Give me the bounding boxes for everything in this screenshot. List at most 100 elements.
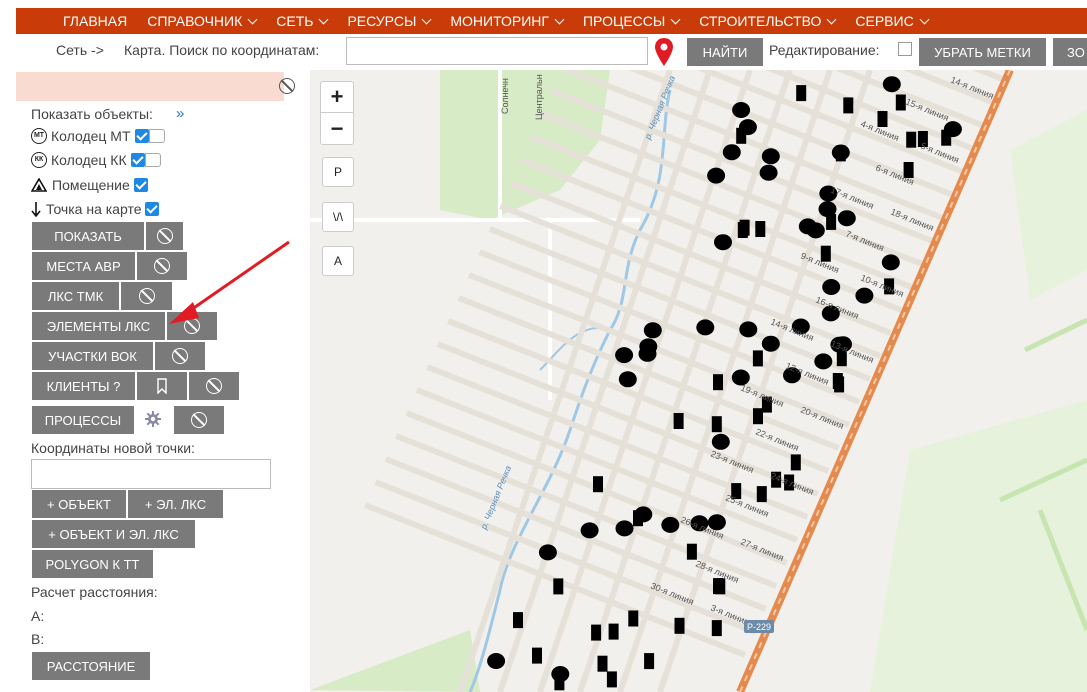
- map-tool-polyline[interactable]: \/\: [322, 202, 354, 232]
- cancel-icon: [138, 288, 155, 304]
- well-marker: [711, 433, 730, 450]
- well-marker: [759, 164, 778, 181]
- room-marker: [713, 374, 723, 391]
- layer-item-mt-well: МТ Колодец МТ: [31, 128, 165, 144]
- nav-item-home[interactable]: ГЛАВНАЯ: [63, 13, 127, 29]
- well-marker: [615, 347, 634, 364]
- nav-label: СЕРВИС: [855, 13, 914, 29]
- well-marker: [822, 279, 841, 295]
- map-canvas[interactable]: 14-я линия 15-я линия 4-я линия 5-я линия 6-…: [310, 70, 1087, 692]
- edit-mode-checkbox[interactable]: [898, 42, 912, 56]
- room-triangle-icon: [31, 178, 47, 192]
- processes-cancel-button[interactable]: [174, 406, 224, 434]
- room-marker: [895, 94, 906, 111]
- well-marker: [761, 148, 780, 165]
- add-lks-element-button[interactable]: + ЭЛ. ЛКС: [128, 490, 223, 518]
- red-arrow-annotation: [169, 240, 290, 324]
- add-object-and-lks-button[interactable]: + ОБЪЕКТ И ЭЛ. ЛКС: [32, 520, 195, 548]
- add-object-button[interactable]: + ОБЪЕКТ: [32, 490, 126, 518]
- room-marker: [554, 674, 565, 691]
- room-marker: [739, 219, 750, 236]
- processes-button[interactable]: ПРОЦЕССЫ: [32, 406, 134, 434]
- cancel-icon[interactable]: [279, 78, 295, 94]
- room-marker: [941, 129, 952, 146]
- coordinates-search-input[interactable]: [346, 37, 648, 65]
- edit-mode-label: Редактирование:: [769, 42, 880, 58]
- layer-toggle[interactable]: [148, 129, 165, 143]
- point-b-label: В:: [31, 631, 45, 647]
- nav-item-resources[interactable]: РЕСУРСЫ: [347, 13, 432, 29]
- room-marker: [752, 350, 763, 367]
- zoom-control: + −: [320, 81, 354, 145]
- room-marker: [832, 373, 843, 389]
- room-marker: [628, 610, 639, 627]
- chevron-down-icon: [826, 14, 837, 24]
- zoom-in-button[interactable]: +: [321, 82, 353, 113]
- distance-label: Расчет расстояния:: [31, 584, 158, 600]
- vok-sections-button[interactable]: УЧАСТКИ ВОК: [32, 342, 153, 370]
- lks-tmk-button[interactable]: ЛКС ТМК: [32, 282, 119, 310]
- clients-button[interactable]: КЛИЕНТЫ ?: [32, 372, 135, 400]
- main-navigation: ГЛАВНАЯ СПРАВОЧНИК СЕТЬ РЕСУРСЫ МОНИТОРИ…: [16, 8, 1087, 34]
- room-marker: [790, 454, 801, 471]
- well-marker: [487, 653, 506, 669]
- nav-label: РЕСУРСЫ: [347, 13, 417, 29]
- street-label: 7-я линия: [844, 229, 885, 254]
- room-marker: [713, 578, 723, 595]
- well-marker: [580, 522, 599, 539]
- show-objects-label: Показать объекты:: [31, 106, 153, 122]
- well-marker: [639, 338, 658, 355]
- nav-item-network[interactable]: СЕТЬ: [276, 13, 329, 29]
- map-tool-p[interactable]: P: [322, 157, 354, 187]
- search-bar: Сеть -> Карта. Поиск по координатам: НАЙ…: [0, 34, 1087, 68]
- expand-chevron-icon[interactable]: »: [176, 105, 184, 122]
- lks-elements-button[interactable]: ЭЛЕМЕНТЫ ЛКС: [32, 312, 165, 340]
- distance-button[interactable]: РАССТОЯНИЕ: [32, 652, 150, 680]
- room-marker: [553, 578, 564, 595]
- cancel-icon: [191, 412, 207, 428]
- layer-checkbox[interactable]: [133, 178, 148, 192]
- nav-item-service[interactable]: СЕРВИС: [855, 13, 930, 29]
- room-marker: [644, 653, 655, 670]
- zoom-out-button[interactable]: −: [321, 113, 353, 144]
- map-pin-icon[interactable]: [653, 37, 675, 67]
- clients-cancel-button[interactable]: [189, 372, 239, 400]
- well-marker: [643, 322, 662, 339]
- vok-sections-cancel-button[interactable]: [155, 342, 205, 370]
- well-marker: [722, 144, 741, 161]
- clients-bookmark-button[interactable]: [137, 372, 187, 400]
- layer-item-kk-well: КК Колодец КК: [31, 152, 161, 168]
- room-marker: [826, 213, 837, 230]
- gear-icon[interactable]: [144, 410, 162, 428]
- layer-checkbox[interactable]: [130, 153, 145, 167]
- well-marker: [615, 520, 634, 537]
- map-tool-a[interactable]: A: [322, 246, 354, 276]
- street-label: Центральн: [534, 74, 544, 120]
- avr-places-button[interactable]: МЕСТА АВР: [32, 252, 135, 280]
- polygon-to-tt-button[interactable]: POLYGON К ТТ: [32, 550, 153, 578]
- show-button[interactable]: ПОКАЗАТЬ: [32, 222, 144, 250]
- well-marker: [732, 102, 751, 118]
- layer-checkbox[interactable]: [145, 202, 160, 216]
- layer-label: Колодец КК: [51, 152, 127, 168]
- well-marker: [731, 369, 750, 386]
- clear-marks-button[interactable]: УБРАТЬ МЕТКИ: [919, 38, 1046, 66]
- nav-item-monitoring[interactable]: МОНИТОРИНГ: [450, 13, 565, 29]
- zoom-to-button[interactable]: ЗО: [1053, 38, 1087, 66]
- room-marker: [711, 416, 722, 433]
- layer-checkbox[interactable]: [134, 129, 149, 143]
- nav-item-reference[interactable]: СПРАВОЧНИК: [147, 13, 258, 29]
- nav-item-processes[interactable]: ПРОЦЕССЫ: [583, 13, 681, 29]
- room-marker: [756, 486, 767, 503]
- well-marker: [634, 506, 653, 523]
- well-marker: [661, 516, 680, 533]
- layer-item-map-point: Точка на карте: [31, 201, 160, 217]
- layer-toggle[interactable]: [144, 153, 161, 167]
- nav-item-construction[interactable]: СТРОИТЕЛЬСТВО: [699, 13, 837, 29]
- new-point-coordinates-input[interactable]: [31, 459, 271, 489]
- find-button[interactable]: НАЙТИ: [687, 38, 763, 66]
- well-marker: [855, 287, 874, 304]
- layer-label: Точка на карте: [46, 201, 142, 217]
- map-layer: 14-я линия15-я линия4-я линия5-я линия6-…: [310, 70, 1087, 692]
- room-marker: [591, 624, 602, 641]
